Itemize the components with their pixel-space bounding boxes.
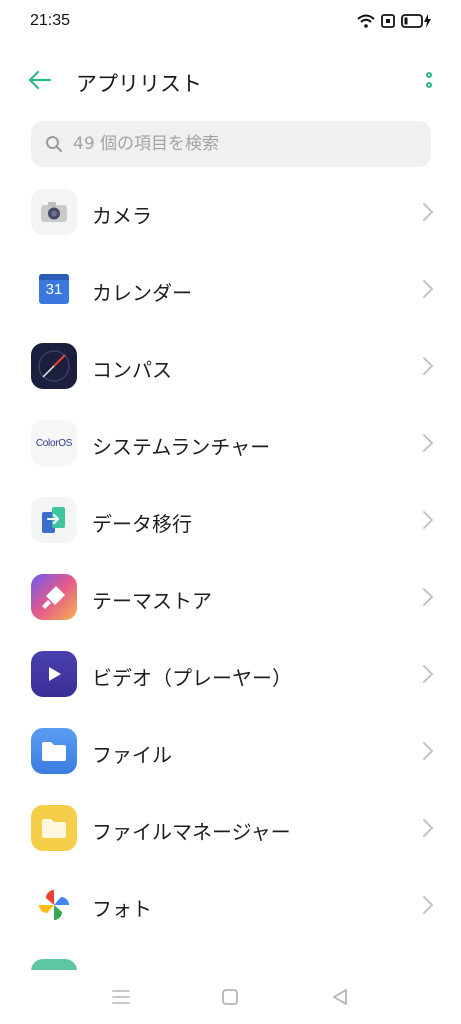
calendar-date: 31 (45, 281, 63, 298)
sim-icon (381, 14, 395, 28)
navigation-bar (0, 970, 461, 1024)
chevron-right-icon (423, 588, 434, 606)
more-vertical-icon (426, 72, 432, 78)
nav-back-button[interactable] (328, 985, 352, 1009)
list-item-theme-store[interactable]: テーマストア (0, 559, 461, 636)
folder-icon (31, 728, 77, 774)
list-item-label: テーマストア (92, 589, 212, 613)
chevron-right-icon (423, 511, 434, 529)
list-item-label: ファイルマネージャー (92, 820, 291, 844)
compass-icon (31, 343, 77, 389)
list-item-partial[interactable] (0, 944, 461, 970)
battery-charging-icon (401, 14, 431, 28)
camera-icon (31, 189, 77, 235)
list-item-data-transfer[interactable]: データ移行 (0, 482, 461, 559)
page-title: アプリリスト (76, 72, 202, 96)
coloros-icon: ColorOS (31, 420, 77, 466)
partial-app-icon (31, 959, 77, 970)
header: アプリリスト (0, 56, 461, 106)
list-item-compass[interactable]: コンパス (0, 328, 461, 405)
list-item-label: カレンダー (92, 281, 192, 305)
chevron-right-icon (423, 665, 434, 683)
arrow-left-icon (28, 70, 52, 90)
list-item-calendar[interactable]: 31 カレンダー (0, 251, 461, 328)
home-button[interactable] (218, 985, 242, 1009)
status-time: 21:35 (30, 12, 71, 29)
search-input[interactable] (71, 133, 405, 155)
list-item-label: フォト (92, 897, 152, 921)
list-item-label: ビデオ（プレーヤー） (92, 666, 292, 690)
search-icon (45, 135, 63, 153)
status-icons (357, 14, 433, 28)
chevron-right-icon (423, 203, 434, 221)
list-item-file-manager[interactable]: ファイルマネージャー (0, 790, 461, 867)
chevron-right-icon (423, 742, 434, 760)
chevron-right-icon (423, 280, 434, 298)
status-bar: 21:35 (0, 0, 461, 44)
chevron-right-icon (423, 357, 434, 375)
list-item-files[interactable]: ファイル (0, 713, 461, 790)
more-options-button[interactable] (423, 68, 437, 94)
home-square-icon (222, 989, 238, 1005)
wifi-icon (357, 14, 375, 28)
back-triangle-icon (333, 989, 347, 1005)
calendar-icon: 31 (31, 266, 77, 312)
list-item-system-launcher[interactable]: ColorOS システムランチャー (0, 405, 461, 482)
list-item-photos[interactable]: フォト (0, 867, 461, 944)
theme-store-icon (31, 574, 77, 620)
back-button[interactable] (24, 64, 56, 96)
recent-apps-button[interactable] (109, 985, 133, 1009)
list-item-label: カメラ (92, 204, 152, 228)
menu-icon (112, 990, 130, 1004)
photos-pinwheel-icon (31, 882, 77, 928)
data-transfer-icon (31, 497, 77, 543)
chevron-right-icon (423, 819, 434, 837)
list-item-label: データ移行 (92, 512, 192, 536)
chevron-right-icon (423, 896, 434, 914)
list-item-label: ファイル (92, 743, 172, 767)
video-player-icon (31, 651, 77, 697)
app-list: カメラ 31 カレンダー コンパス ColorOS システムランチャー データ移… (0, 174, 461, 970)
list-item-label: システムランチャー (92, 435, 271, 459)
list-item-camera[interactable]: カメラ (0, 174, 461, 251)
search-bar[interactable] (31, 121, 431, 167)
file-manager-icon (31, 805, 77, 851)
list-item-video-player[interactable]: ビデオ（プレーヤー） (0, 636, 461, 713)
chevron-right-icon (423, 434, 434, 452)
list-item-label: コンパス (92, 358, 172, 382)
